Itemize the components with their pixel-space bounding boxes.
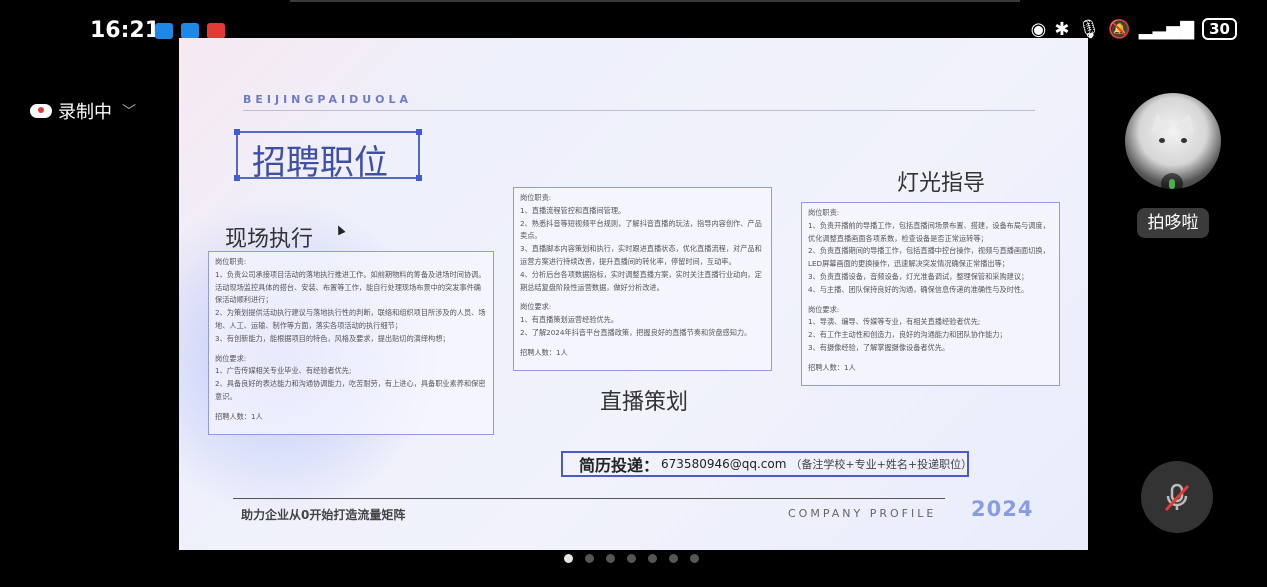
slogan: 助力企业从0开始打造流量矩阵 [241,508,406,522]
cloud-record-icon [30,104,52,118]
headcount: 招聘人数：1人 [215,411,263,421]
duty-item: 1、负责开播前的导播工作，包括直播间场景布置、搭建，设备布局与调度，优化调整直播… [808,220,1050,243]
brand-name: BEIJINGPAIDUOLA [243,93,413,106]
resize-handle[interactable] [416,129,422,135]
app-notification-icon [207,23,225,39]
resize-handle[interactable] [416,175,422,181]
recording-indicator[interactable]: 录制中 ﹀ [30,98,136,124]
resize-handle[interactable] [234,175,240,181]
app-notification-icon [155,23,173,39]
chevron-down-icon: ﹀ [122,104,136,120]
page-dot[interactable] [564,554,573,563]
requirement-item: 1、有直播策划运营经验优先。 [520,315,619,325]
requirement-item: 2、了解2024年抖音平台直播政策，把握良好的直播节奏和货盘感知力。 [520,327,752,337]
resize-handle[interactable] [234,129,240,135]
page-dot[interactable] [606,554,615,563]
headcount: 招聘人数：1人 [808,362,856,372]
eye-icon: ◉ [1030,18,1047,40]
bluetooth-icon: ✱ [1054,18,1070,40]
resume-note: （备注学校+专业+姓名+投递职位） [790,458,973,471]
live-card: 岗位职责: 1、直播流程管控和直播间管理。 2、熟悉抖音等短视频平台规则，了解抖… [513,187,772,371]
requirement-heading: 岗位要求: [808,304,840,314]
year-label: 2024 [971,497,1034,521]
bell-muted-icon: 🔕 [1108,18,1131,40]
status-time: 16:21 [90,18,161,43]
duty-item: 2、负责直播期间的导播工作，包括直播中控台操作，视频与直播画面切换，LED屏幕画… [808,246,1050,269]
company-profile-label: COMPANY PROFILE [788,507,937,520]
onsite-card: 岗位职责: 1、负责公司承接项目活动的落地执行推进工作。如前期物料的筹备及进场时… [208,251,494,435]
lighting-title: 灯光指导 [897,171,986,196]
requirement-item: 1、广告传媒相关专业毕业、有经验者优先; [215,366,352,376]
page-dot[interactable] [585,554,594,563]
lighting-card: 岗位职责: 1、负责开播前的导播工作，包括直播间场景布置、搭建，设备布局与调度，… [801,202,1060,386]
duty-item: 3、负责直播设备，音频设备，灯光准备调试，整理保管和采购建议； [808,271,1029,281]
headcount: 招聘人数：1人 [520,347,568,357]
footer-divider [233,498,945,499]
signal-icon: ▂▃▅▇ [1138,18,1195,40]
duty-heading: 岗位职责: [215,257,247,266]
page-dot[interactable] [648,554,657,563]
page-dot[interactable] [627,554,636,563]
duty-item: 2、熟悉抖音等短视频平台规则，了解抖音直播的玩法，指导内容创作、产品卖点。 [520,218,762,241]
battery-indicator: 30 [1202,18,1237,40]
duty-heading: 岗位职责: [808,208,840,217]
header-divider [243,110,1035,111]
status-icons: ◉ ✱ 🎙 🔕 ▂▃▅▇ 30 [1031,18,1237,40]
microphone-muted-icon [1164,483,1190,512]
resume-box: 简历投递 ： 673580946@qq.com （备注学校+专业+姓名+投递职位… [561,451,973,477]
participant-name: 拍哆啦 [1137,208,1209,238]
resume-email: 673580946@qq.com [661,457,787,471]
duty-item: 3、有创新能力，能根据项目的特色，风格及要求，提出贴切的演绎构想； [215,333,450,343]
requirement-heading: 岗位要求: [215,353,247,363]
page-dot[interactable] [690,554,699,563]
requirement-item: 3、有摄像经验，了解掌握摄像设备者优先。 [808,342,950,352]
duty-item: 4、与主播、团队保持良好的沟通，确保信息传递的准确性与及时性。 [808,284,1029,294]
requirement-item: 2、具备良好的表达能力和沟通协调能力，吃苦耐劳，有上进心，具备职业素养和保密意识… [215,379,486,401]
app-notification-icon [181,23,199,39]
speaking-mic-icon [1161,173,1183,195]
microphone-icon: 🎙 [1077,18,1101,40]
selected-title-box[interactable]: 招聘职位 [234,129,422,183]
requirement-heading: 岗位要求: [520,302,552,312]
shared-slide: BEIJINGPAIDUOLA 招聘职位 现场执行 岗位职责: 1、负责公司承接… [179,38,1088,550]
top-divider [290,0,1020,2]
duty-item: 1、负责公司承接项目活动的落地执行推进工作。如前期物料的筹备及进场时间协调。活动… [215,269,486,305]
onsite-title: 现场执行 [225,227,314,252]
duty-item: 1、直播流程管控和直播间管理。 [520,205,626,215]
page-dot[interactable] [669,554,678,563]
duty-item: 2、为策划提供活动执行建议与落地执行性的判断，联络和组织项目所涉及的人员、场地、… [215,308,486,330]
requirement-item: 1、导演、编导、传媒等专业，有相关直播经验者优先; [808,317,981,327]
duty-item: 4、分析后台各项数据指标，实时调整直播方案，实时关注直播行业动向，定期总结复盘阶… [520,269,762,292]
live-title: 直播策划 [600,390,689,415]
recording-label: 录制中 [58,102,112,123]
duty-heading: 岗位职责: [520,193,552,202]
requirement-item: 2、有工作主动性和创造力，良好的沟通能力和团队协作能力； [808,330,1007,340]
resume-label: 简历投递 [579,456,644,475]
duty-item: 3、直播脚本内容策划和执行，实时跟进直播状态，优化直播流程，对产品和运营方案进行… [520,244,762,266]
page-title: 招聘职位 [252,143,388,183]
mute-microphone-button[interactable] [1141,461,1213,533]
page-indicator [564,554,699,563]
